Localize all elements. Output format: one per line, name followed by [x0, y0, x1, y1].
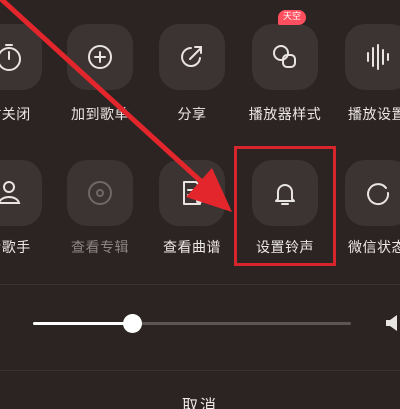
- divider: [0, 370, 400, 371]
- speaker-icon[interactable]: [384, 312, 400, 334]
- ringtone-highlight-box: [234, 146, 336, 266]
- add-to-playlist-icon: [88, 45, 112, 69]
- player-style-icon: [273, 45, 296, 68]
- singer-tile[interactable]: [0, 160, 42, 226]
- divider: [0, 284, 400, 285]
- wechat-status-icon: [367, 183, 390, 206]
- share-label: 分享: [177, 107, 207, 123]
- volume-slider-fill: [33, 322, 132, 325]
- play-settings-tile[interactable]: [345, 24, 400, 90]
- singer-icon: [0, 181, 21, 204]
- volume-slider-thumb[interactable]: [122, 314, 142, 333]
- singer-label: 看歌手: [0, 240, 31, 256]
- player-style-label: 播放器样式: [248, 107, 322, 123]
- album-tile[interactable]: [67, 160, 133, 226]
- timer-tile[interactable]: [0, 24, 42, 90]
- more-options-sheet: 天空 时关闭 加到歌单 分享 播放器样式 播放设置: [0, 0, 400, 409]
- play-settings-icon: [367, 44, 389, 70]
- album-label: 查看专辑: [71, 240, 129, 256]
- sheet-music-label: 查看曲谱: [163, 240, 221, 256]
- album-icon: [88, 181, 112, 205]
- timer-icon: [0, 44, 21, 71]
- add-to-playlist-label: 加到歌单: [71, 107, 129, 123]
- share-icon: [181, 46, 202, 67]
- add-to-playlist-tile[interactable]: [67, 24, 133, 90]
- share-tile[interactable]: [159, 24, 225, 90]
- cancel-button[interactable]: 取消: [182, 392, 218, 409]
- sheet-music-icon: [183, 181, 202, 205]
- new-badge: 天空: [278, 10, 307, 25]
- play-settings-label: 播放设置: [348, 107, 400, 123]
- timer-label: 时关闭: [0, 107, 31, 123]
- player-style-tile[interactable]: [252, 24, 318, 90]
- volume-slider[interactable]: [33, 314, 351, 333]
- wechat-status-label: 微信状态: [348, 240, 400, 256]
- sheet-music-tile[interactable]: [159, 160, 225, 226]
- wechat-status-tile[interactable]: [345, 160, 400, 226]
